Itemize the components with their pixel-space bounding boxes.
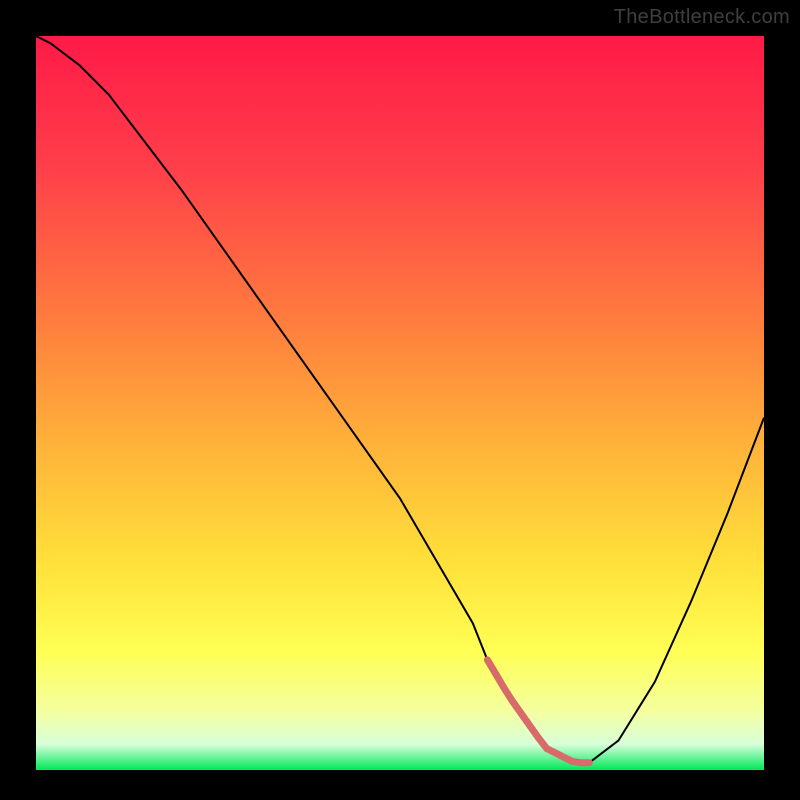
- plot-area: [36, 36, 764, 770]
- chart-svg: [0, 0, 800, 800]
